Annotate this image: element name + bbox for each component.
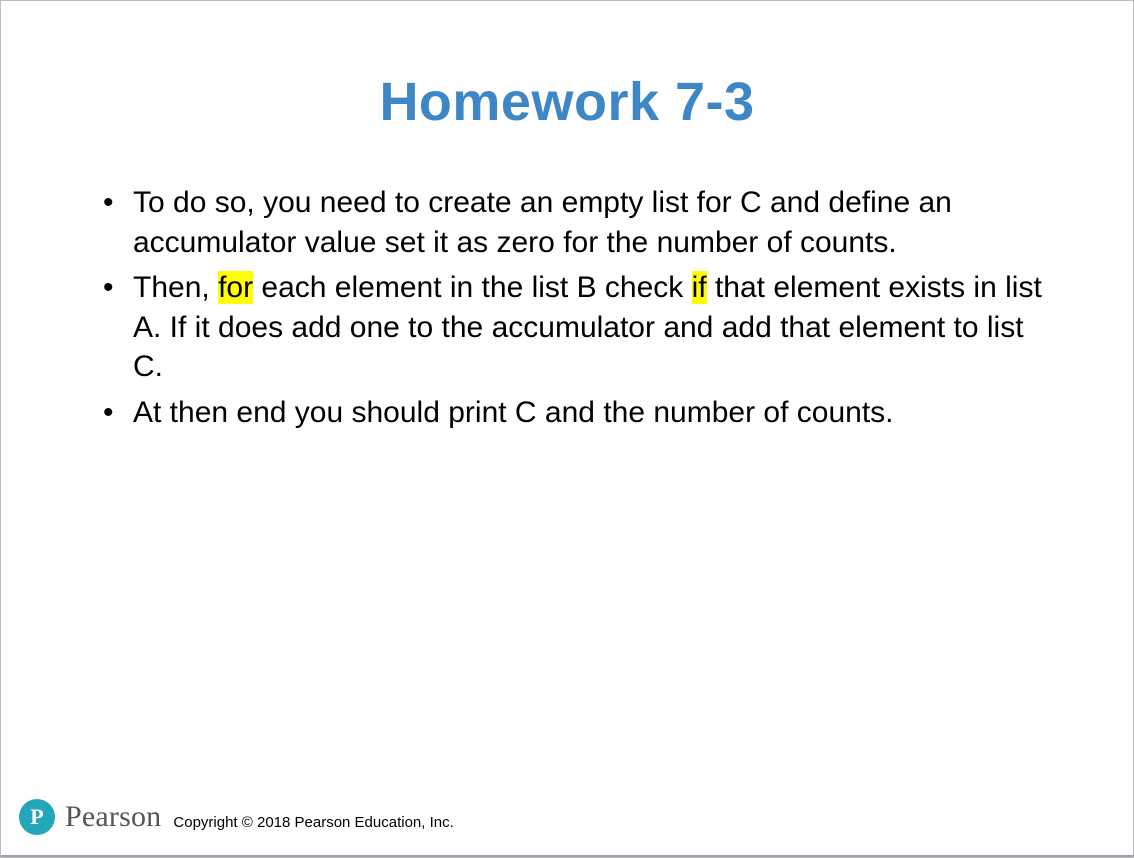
highlighted-text: for bbox=[218, 271, 253, 304]
bullet-item: To do so, you need to create an empty li… bbox=[91, 183, 1043, 262]
slide: Homework 7-3 To do so, you need to creat… bbox=[0, 0, 1134, 858]
bullet-item: At then end you should print C and the n… bbox=[91, 393, 1043, 433]
bullet-list: To do so, you need to create an empty li… bbox=[91, 183, 1043, 433]
slide-title: Homework 7-3 bbox=[1, 71, 1133, 133]
bullet-text: each element in the list B check bbox=[253, 271, 692, 304]
bullet-text: At then end you should print C and the n… bbox=[133, 396, 894, 429]
brand-name: Pearson bbox=[65, 800, 161, 834]
bullet-text: Then, bbox=[133, 271, 218, 304]
bottom-border bbox=[1, 855, 1133, 857]
pearson-logo-letter: P bbox=[30, 804, 43, 830]
highlighted-text: if bbox=[692, 271, 707, 304]
slide-content: To do so, you need to create an empty li… bbox=[91, 183, 1043, 433]
bullet-item: Then, for each element in the list B che… bbox=[91, 268, 1043, 387]
pearson-logo-icon: P bbox=[19, 799, 55, 835]
footer: P Pearson Copyright © 2018 Pearson Educa… bbox=[19, 799, 454, 835]
bullet-text: To do so, you need to create an empty li… bbox=[133, 186, 952, 259]
copyright-text: Copyright © 2018 Pearson Education, Inc. bbox=[173, 814, 453, 835]
